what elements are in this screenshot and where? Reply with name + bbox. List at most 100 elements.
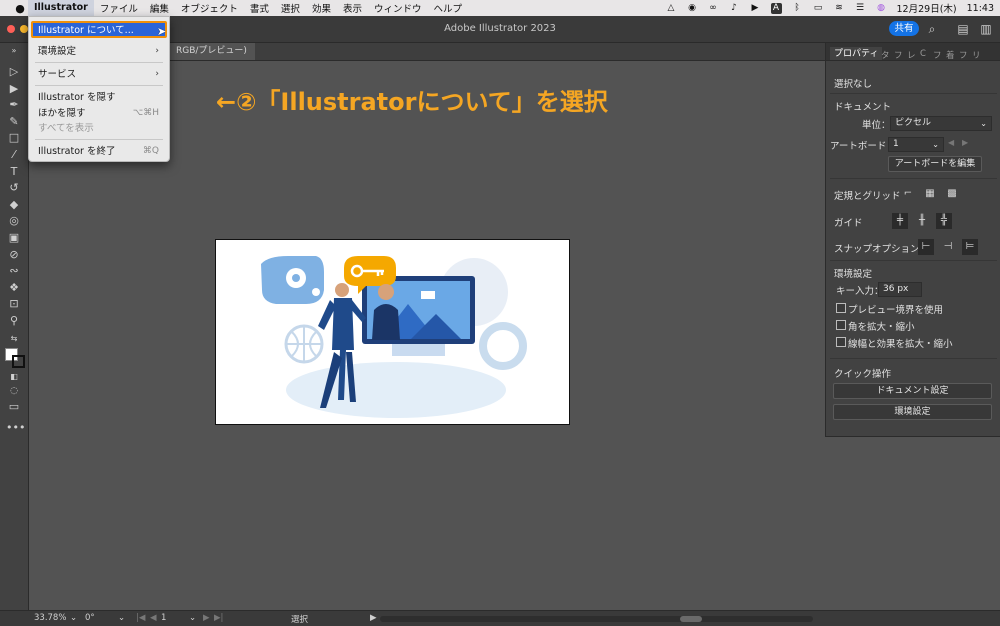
tab-8[interactable]: フ xyxy=(959,49,968,61)
blend-tool-icon[interactable]: ∾ xyxy=(6,264,22,278)
unit-dropdown[interactable]: ピクセル ⌄ xyxy=(890,116,992,131)
color-mode-icon[interactable]: ◧ xyxy=(6,370,22,384)
menu-illustrator[interactable]: Illustrator xyxy=(28,0,94,16)
zoom-level[interactable]: 33.78% xyxy=(34,613,66,623)
music-icon[interactable]: ♪ xyxy=(729,3,740,14)
direct-selection-tool-icon[interactable]: ▶ xyxy=(6,82,22,96)
next-artboard-icon[interactable]: ▶ xyxy=(203,613,210,623)
apple-menu-icon[interactable]: ● xyxy=(12,2,28,15)
zoom-dropdown-icon[interactable]: ⌄ xyxy=(70,613,77,623)
menu-item-hide-illustrator[interactable]: Illustrator を隠す xyxy=(33,90,165,105)
menubar-time[interactable]: 11:43 xyxy=(967,3,994,14)
tab-4[interactable]: レ xyxy=(907,49,916,61)
a-icon[interactable]: A xyxy=(770,2,782,14)
scrollbar-thumb[interactable] xyxy=(680,616,702,622)
grid-icon[interactable]: ▦ xyxy=(922,186,938,202)
menu-edit[interactable]: 編集 xyxy=(144,1,175,15)
edit-artboards-button[interactable]: アートボードを編集 xyxy=(888,156,982,172)
rotation-value[interactable]: 0° xyxy=(85,613,95,623)
menu-item-about[interactable]: Illustrator について... xyxy=(31,21,167,38)
guides-lock-icon[interactable]: ╫ xyxy=(914,213,930,229)
menu-item-services[interactable]: サービス › xyxy=(33,67,165,82)
rotate-tool-icon[interactable]: ↺ xyxy=(6,181,22,195)
menu-effect[interactable]: 効果 xyxy=(306,1,337,15)
first-artboard-icon[interactable]: |◀ xyxy=(136,613,145,623)
workspace-icon[interactable]: ▤ xyxy=(956,22,970,36)
preview-bounds-checkbox[interactable] xyxy=(836,303,846,313)
stroke-swatch[interactable] xyxy=(12,355,25,368)
more-tools-icon[interactable]: ••• xyxy=(6,421,25,435)
menu-window[interactable]: ウィンドウ xyxy=(368,1,428,15)
next-artboard-icon[interactable]: ▶ xyxy=(962,138,968,147)
swap-fill-stroke-icon[interactable]: ⇆ xyxy=(6,332,22,346)
last-artboard-icon[interactable]: ▶| xyxy=(214,613,223,623)
zoom-tool-icon[interactable]: ⚲ xyxy=(6,314,22,328)
menubar-date[interactable]: 12月29日(木) xyxy=(897,1,957,15)
key-input-field[interactable]: 36 px xyxy=(878,282,922,297)
creative-cloud-icon[interactable]: ∞ xyxy=(708,3,719,14)
menu-item-hide-others[interactable]: ほかを隠す ⌥⌘H xyxy=(33,106,165,121)
document-setup-button[interactable]: ドキュメント設定 xyxy=(833,383,992,399)
eyedropper-tool-icon[interactable]: ⊘ xyxy=(6,248,22,262)
search-icon[interactable]: ⌕ xyxy=(925,22,939,36)
artboard-tool-icon[interactable]: ⊡ xyxy=(6,297,22,311)
share-button[interactable]: 共有 xyxy=(889,21,919,36)
tab-2[interactable]: タ xyxy=(881,49,890,61)
menu-view[interactable]: 表示 xyxy=(337,1,368,15)
ruler-icon[interactable]: ⌐ xyxy=(900,186,916,202)
prev-artboard-icon[interactable]: ◀ xyxy=(150,613,157,623)
scale-corners-checkbox[interactable] xyxy=(836,320,846,330)
tab-5[interactable]: C xyxy=(920,49,926,59)
status-menu-icon[interactable]: ▶ xyxy=(370,613,377,623)
guides-show-icon[interactable]: ╪ xyxy=(892,213,908,229)
menu-type[interactable]: 書式 xyxy=(244,1,275,15)
tab-7[interactable]: 着 xyxy=(946,49,955,61)
tab-properties[interactable]: プロパティ xyxy=(830,47,883,60)
artboard-dropdown[interactable]: 1 ⌄ xyxy=(888,137,944,152)
menu-item-preferences[interactable]: 環境設定 › xyxy=(33,44,165,59)
pen-tool-icon[interactable]: ✒ xyxy=(6,98,22,112)
tab-9[interactable]: リ xyxy=(972,49,981,61)
curvature-tool-icon[interactable]: ✎ xyxy=(6,115,22,129)
arrange-icon[interactable]: ▥ xyxy=(979,22,993,36)
artboard-number[interactable]: 1 xyxy=(161,613,166,623)
paintbrush-tool-icon[interactable]: ⁄ xyxy=(6,148,22,162)
play-icon[interactable]: ▶ xyxy=(750,3,761,14)
tab-3[interactable]: フ xyxy=(894,49,903,61)
selection-tool-icon[interactable]: ▷ xyxy=(6,65,22,79)
prev-artboard-icon[interactable]: ◀ xyxy=(948,138,954,147)
wifi-icon[interactable]: ≋ xyxy=(834,3,845,14)
horizontal-scrollbar[interactable] xyxy=(380,616,813,622)
menu-object[interactable]: オブジェクト xyxy=(175,1,244,15)
menu-select[interactable]: 選択 xyxy=(275,1,306,15)
rectangle-tool-icon[interactable]: □ xyxy=(6,131,22,145)
screen-mode-icon[interactable]: ▭ xyxy=(6,400,22,414)
draw-mode-icon[interactable]: ◌ xyxy=(6,384,22,398)
bluetooth-icon[interactable]: ᛒ xyxy=(792,3,803,14)
smart-guides-icon[interactable]: ╬ xyxy=(936,213,952,229)
siri-icon[interactable]: ◍ xyxy=(876,3,887,14)
document-tab[interactable]: RGB/プレビュー) xyxy=(168,43,255,60)
menu-help[interactable]: ヘルプ xyxy=(427,1,468,15)
pixel-grid-icon[interactable]: ▩ xyxy=(944,186,960,202)
line-icon[interactable]: ◉ xyxy=(687,3,698,14)
symbol-sprayer-tool-icon[interactable]: ❖ xyxy=(6,281,22,295)
eraser-tool-icon[interactable]: ◆ xyxy=(6,198,22,212)
scale-strokes-checkbox[interactable] xyxy=(836,337,846,347)
snap-pixel-icon[interactable]: ⊨ xyxy=(962,239,978,255)
shape-builder-tool-icon[interactable]: ◎ xyxy=(6,214,22,228)
collapse-icon[interactable]: » xyxy=(6,44,22,58)
snap-grid-icon[interactable]: ⊣ xyxy=(940,239,956,255)
preferences-button[interactable]: 環境設定 xyxy=(833,404,992,420)
snap-point-icon[interactable]: ⊢ xyxy=(918,239,934,255)
triangle-icon[interactable]: △ xyxy=(666,3,677,14)
gradient-tool-icon[interactable]: ▣ xyxy=(6,231,22,245)
menu-file[interactable]: ファイル xyxy=(94,1,144,15)
rotation-dropdown-icon[interactable]: ⌄ xyxy=(118,613,125,623)
control-center-icon[interactable]: ☰ xyxy=(855,3,866,14)
menu-item-quit[interactable]: Illustrator を終了 ⌘Q xyxy=(33,144,165,159)
battery-icon[interactable]: ▭ xyxy=(813,3,824,14)
artboard[interactable] xyxy=(215,239,570,425)
type-tool-icon[interactable]: T xyxy=(6,165,22,179)
artboard-dropdown-icon[interactable]: ⌄ xyxy=(189,613,196,623)
